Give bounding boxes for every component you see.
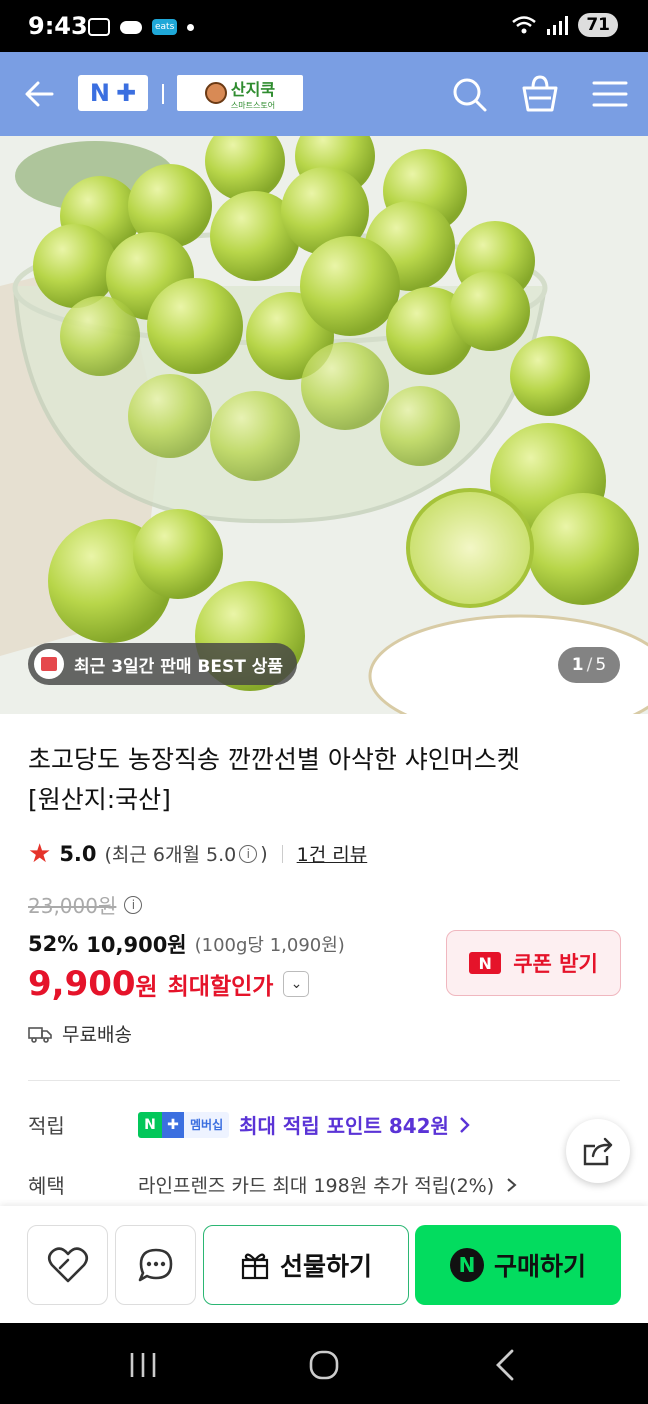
gift-label: 선물하기 [279, 1252, 372, 1281]
store-name: 산지쿡 [230, 79, 276, 99]
price-info-icon[interactable]: i [124, 895, 143, 914]
max-discount-price: 9,900원 [28, 964, 158, 1004]
max-price-number: 9,900 [28, 964, 136, 1004]
coupon-button[interactable]: N 쿠폰 받기 [446, 930, 621, 996]
shipping-text: 무료배송 [62, 1024, 132, 1046]
wifi-icon [512, 16, 537, 34]
zzim-button[interactable] [27, 1225, 108, 1305]
sale-price: 10,900원 [86, 933, 187, 957]
coupon-label: 쿠폰 받기 [513, 952, 598, 976]
membership-plus-icon: ✚ [162, 1111, 184, 1138]
farmer-logo-icon [204, 82, 227, 104]
gift-button[interactable]: 선물하기 [203, 1225, 409, 1305]
store-header: N ✚ 산지쿡 스마트스토어 [0, 52, 648, 136]
n-logo-icon: N [89, 79, 110, 107]
benefit-text: 라인프렌즈 카드 최대 198원 추가 적립(2%) [138, 1175, 495, 1197]
max-discount-row: 9,900원 최대할인가 ⌄ [28, 964, 310, 1004]
screenshot-icon [88, 18, 110, 36]
pager-separator: / [586, 655, 593, 675]
sale-price-row: 52% 10,900원 (100g당 1,090원) [28, 929, 345, 959]
points-text: 최대 적립 포인트 842원 [239, 1114, 449, 1138]
bottom-action-bar: 선물하기 N 구매하기 [0, 1206, 648, 1323]
battery-indicator: 71 [578, 13, 618, 37]
max-discount-label: 최대할인가 [167, 974, 274, 1000]
status-time: 9:43 [28, 12, 88, 40]
chevron-right-icon [460, 1116, 470, 1133]
talktalk-button[interactable] [115, 1225, 196, 1305]
buy-label: 구매하기 [493, 1252, 586, 1281]
status-right: 71 [511, 13, 618, 37]
naver-coupon-icon: N [469, 952, 502, 974]
discount-rate: 52% [28, 932, 79, 956]
store-sub: 스마트스토어 [230, 100, 276, 110]
product-image[interactable] [0, 136, 648, 714]
back-arrow-icon[interactable] [22, 72, 62, 116]
pager-current: 1 [571, 655, 584, 675]
naver-plus-logo[interactable]: N ✚ [78, 75, 148, 111]
chevron-right-icon [507, 1178, 517, 1192]
home-icon[interactable] [302, 1343, 346, 1387]
rating-score: 5.0 [59, 841, 97, 866]
gift-box-icon [34, 649, 64, 679]
product-title: 초고당도 농장직송 깐깐선별 아삭한 샤인머스켓 [원산지:국산] [28, 740, 608, 820]
eats-app-icon: eats [152, 19, 178, 35]
menu-icon[interactable] [590, 72, 630, 116]
signal-icon [547, 15, 569, 35]
dot-icon [187, 23, 195, 31]
product-title-line2: [원산지:국산] [28, 785, 171, 814]
store-logo[interactable]: 산지쿡 스마트스토어 [177, 75, 303, 111]
header-divider [162, 84, 164, 104]
rating-recent: (최근 6개월 5.0 i ) [105, 840, 268, 867]
original-price-row: 23,000원 i [28, 890, 143, 919]
plus-logo-icon: ✚ [115, 79, 137, 107]
benefit-row[interactable]: 라인프렌즈 카드 최대 198원 추가 적립(2%) [138, 1171, 518, 1198]
max-price-won: 원 [135, 973, 158, 1001]
naver-pay-icon: N [449, 1248, 484, 1282]
original-price: 23,000원 [28, 894, 117, 918]
gift-icon [241, 1253, 269, 1280]
truck-icon [28, 1026, 52, 1043]
membership-n-icon: N [138, 1111, 162, 1138]
rating-recent-text: (최근 6개월 5.0 [104, 844, 237, 866]
naver-plus-membership-badge: N ✚ 멤버십 [138, 1111, 230, 1138]
pager-total: 5 [595, 655, 607, 675]
review-link[interactable]: 1건 리뷰 [297, 840, 368, 867]
system-nav-bar [0, 1323, 648, 1404]
share-button[interactable] [566, 1119, 630, 1183]
info-icon[interactable]: i [239, 844, 258, 863]
image-pager: 1 / 5 [558, 647, 620, 683]
section-divider [28, 1080, 620, 1081]
status-bar: 9:43 eats 71 [0, 0, 648, 52]
notification-icons: eats [88, 18, 195, 36]
shipping-row: 무료배송 [28, 1020, 132, 1047]
rating-recent-close: ) [260, 842, 268, 865]
unit-price: (100g당 1,090원) [194, 935, 345, 956]
share-icon [583, 1137, 613, 1166]
grapes-image [0, 136, 648, 714]
best-seller-text: 최근 3일간 판매 BEST 상품 [74, 656, 284, 677]
star-icon: ★ [28, 838, 52, 869]
rating-divider [281, 844, 283, 863]
benefit-label: 혜택 [28, 1174, 65, 1198]
cloud-icon [120, 20, 142, 34]
recent-apps-icon[interactable] [121, 1343, 165, 1387]
search-icon[interactable] [450, 72, 490, 116]
points-row[interactable]: N ✚ 멤버십 최대 적립 포인트 842원 [138, 1110, 471, 1139]
product-title-line1: 초고당도 농장직송 깐깐선별 아삭한 샤인머스켓 [28, 745, 520, 774]
buy-button[interactable]: N 구매하기 [415, 1225, 621, 1305]
chat-bubble-icon [138, 1248, 172, 1282]
back-nav-icon[interactable] [484, 1343, 528, 1387]
heart-icon [47, 1247, 88, 1283]
chevron-down-icon[interactable]: ⌄ [283, 971, 310, 997]
rating-row: ★ 5.0 (최근 6개월 5.0 i ) 1건 리뷰 [28, 840, 367, 867]
cart-icon[interactable] [520, 72, 560, 116]
best-seller-badge: 최근 3일간 판매 BEST 상품 [28, 643, 298, 685]
membership-tag: 멤버십 [184, 1111, 230, 1138]
points-label: 적립 [28, 1114, 65, 1138]
